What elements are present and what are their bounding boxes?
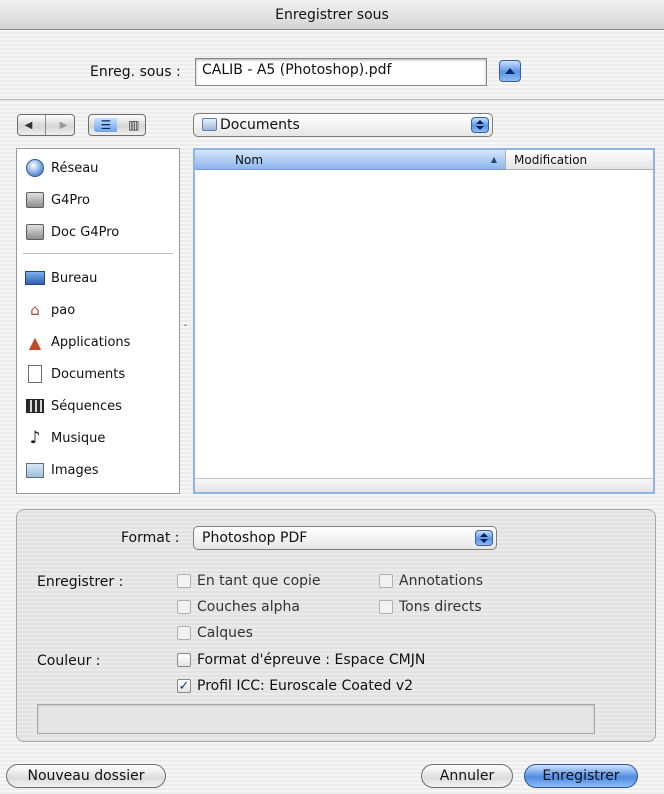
proof-format-checkbox[interactable]: Format d'épreuve : Espace CMJN — [177, 652, 425, 668]
checkbox-box — [379, 574, 393, 588]
list-view-icon[interactable]: ☰ — [94, 118, 118, 132]
sidebar-item-label: Documents — [51, 366, 126, 382]
filename-input[interactable]: CALIB - A5 (Photoshop).pdf — [195, 58, 487, 86]
checkmark-icon: ✓ — [177, 678, 191, 694]
view-mode-control: ☰ ▥ — [88, 114, 146, 136]
sidebar-item-g4pro[interactable]: G4Pro — [25, 187, 90, 213]
pictures-icon — [25, 460, 45, 480]
checkbox-label: Calques — [197, 625, 253, 641]
horizontal-scrollbar[interactable] — [195, 478, 653, 492]
file-browser: Nom ▲ Modification — [193, 148, 655, 494]
location-label: Documents — [220, 117, 300, 133]
sidebar-divider — [23, 253, 173, 254]
sidebar-item-label: pao — [51, 302, 76, 318]
save-dialog: Enregistrer sous Enreg. sous : CALIB - A… — [0, 0, 664, 794]
checkbox-box — [379, 600, 393, 614]
column-header-modification[interactable]: Modification — [505, 150, 653, 170]
splitter-handle[interactable]: ‸ — [184, 318, 188, 327]
triangle-up-icon — [505, 68, 515, 74]
window-title: Enregistrer sous — [0, 0, 664, 30]
movies-icon — [25, 396, 45, 416]
sidebar-item-musique[interactable]: ♪ Musique — [25, 425, 106, 451]
icc-profile-checkbox[interactable]: ✓ Profil ICC: Euroscale Coated v2 — [177, 678, 413, 694]
home-icon: ⌂ — [30, 301, 40, 319]
segment-divider — [45, 115, 47, 135]
cancel-button[interactable]: Annuler — [421, 764, 513, 788]
format-value: Photoshop PDF — [202, 530, 308, 546]
sidebar-item-label: Images — [51, 462, 99, 478]
music-icon: ♪ — [29, 428, 41, 448]
hard-disk-icon — [25, 190, 45, 210]
sidebar-item-label: G4Pro — [51, 192, 90, 208]
sidebar-item-label: Applications — [51, 334, 131, 350]
collapse-toggle-button[interactable] — [499, 60, 521, 82]
options-panel: Format : Photoshop PDF Enregistrer : En … — [16, 509, 656, 742]
location-popup[interactable]: Documents — [193, 113, 493, 137]
divider — [0, 99, 664, 100]
checkbox-label: En tant que copie — [197, 573, 321, 589]
checkbox-label: Profil ICC: Euroscale Coated v2 — [197, 678, 414, 694]
back-arrow-icon[interactable]: ◀ — [25, 120, 33, 131]
format-popup[interactable]: Photoshop PDF — [193, 526, 497, 550]
save-button[interactable]: Enregistrer — [524, 764, 638, 788]
documents-icon — [25, 364, 45, 384]
checkbox-label: Format d'épreuve : Espace CMJN — [197, 652, 426, 668]
sidebar-item-reseau[interactable]: Réseau — [25, 155, 98, 181]
sidebar-item-applications[interactable]: ▲ Applications — [25, 329, 131, 355]
checkbox-label: Annotations — [399, 573, 484, 589]
sidebar-item-bureau[interactable]: Bureau — [25, 265, 97, 291]
couleur-label: Couleur : — [37, 653, 101, 669]
back-forward-control: ◀ ▶ — [17, 114, 75, 136]
forward-arrow-icon[interactable]: ▶ — [60, 120, 68, 131]
column-header-label: Modification — [514, 152, 588, 167]
sidebar-item-sequences[interactable]: Séquences — [25, 393, 122, 419]
desktop-icon — [25, 268, 45, 288]
popup-arrows-icon — [475, 530, 493, 546]
new-folder-button[interactable]: Nouveau dossier — [6, 764, 166, 788]
copy-checkbox[interactable]: En tant que copie — [177, 573, 321, 589]
alpha-channels-checkbox[interactable]: Couches alpha — [177, 599, 300, 615]
layers-checkbox[interactable]: Calques — [177, 625, 253, 641]
checkbox-box — [177, 653, 191, 667]
sidebar-item-documents[interactable]: Documents — [25, 361, 125, 387]
column-header-name[interactable]: Nom ▲ — [195, 150, 505, 170]
sidebar-item-images[interactable]: Images — [25, 457, 99, 483]
sidebar-item-label: Réseau — [51, 160, 99, 176]
popup-arrows-icon — [471, 117, 489, 133]
column-header-label: Nom — [235, 152, 264, 167]
annotations-checkbox[interactable]: Annotations — [379, 573, 483, 589]
format-label: Format : — [121, 530, 180, 546]
sidebar-item-label: Bureau — [51, 270, 98, 286]
save-as-label: Enreg. sous : — [90, 64, 181, 80]
network-icon — [25, 158, 45, 178]
sidebar-item-doc-g4pro[interactable]: Doc G4Pro — [25, 219, 119, 245]
sort-ascending-icon: ▲ — [490, 155, 497, 164]
applications-icon: ▲ — [28, 332, 42, 352]
sidebar-item-label: Doc G4Pro — [51, 224, 120, 240]
enregistrer-label: Enregistrer : — [37, 574, 124, 590]
sidebar: Réseau G4Pro Doc G4Pro Bureau ⌂ pao ▲ Ap… — [16, 148, 180, 494]
checkbox-box — [177, 626, 191, 640]
sidebar-item-label: Séquences — [51, 398, 122, 414]
column-view-icon[interactable]: ▥ — [128, 118, 139, 132]
folder-icon — [202, 118, 217, 131]
checkbox-label: Couches alpha — [197, 599, 300, 615]
checkbox-box — [177, 600, 191, 614]
checkbox-label: Tons directs — [399, 599, 482, 615]
spot-colors-checkbox[interactable]: Tons directs — [379, 599, 482, 615]
message-field — [37, 704, 595, 734]
hard-disk-icon — [25, 222, 45, 242]
sidebar-item-label: Musique — [51, 430, 106, 446]
sidebar-item-pao[interactable]: ⌂ pao — [25, 297, 75, 323]
checkbox-box — [177, 574, 191, 588]
